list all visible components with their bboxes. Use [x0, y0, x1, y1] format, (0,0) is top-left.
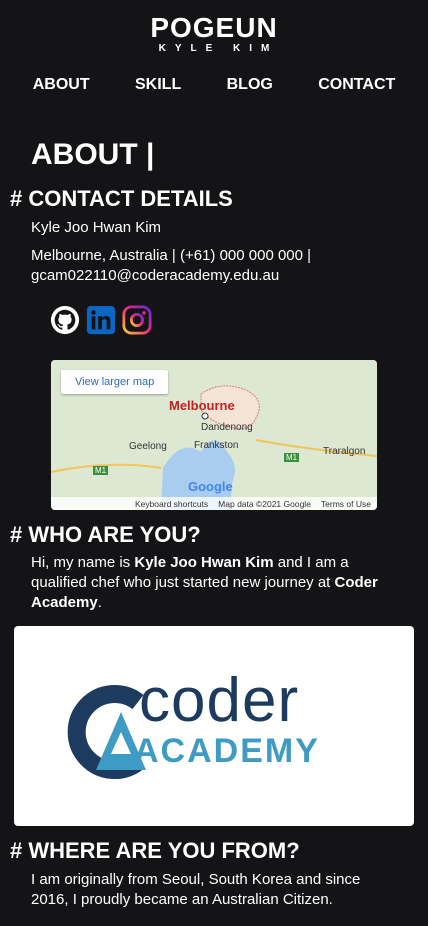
- site-logo[interactable]: POGEUN KYLE KIM: [0, 14, 428, 55]
- logo-title: POGEUN: [150, 12, 278, 43]
- keyboard-shortcuts-link[interactable]: Keyboard shortcuts: [135, 499, 208, 509]
- where-heading: # WHERE ARE YOU FROM?: [10, 838, 300, 863]
- nav-blog[interactable]: BLOG: [227, 76, 273, 94]
- contact-name: Kyle Joo Hwan Kim: [31, 219, 162, 236]
- map-label-dandenong: Dandenong: [201, 422, 253, 433]
- map-footer: Keyboard shortcuts Map data ©2021 Google…: [51, 497, 377, 510]
- nav-about[interactable]: ABOUT: [33, 76, 90, 94]
- map-data-attribution: Map data ©2021 Google: [218, 498, 311, 509]
- terms-of-use-link[interactable]: Terms of Use: [321, 499, 371, 509]
- page-title: ABOUT |: [31, 138, 155, 171]
- main-nav: ABOUT SKILL BLOG CONTACT: [0, 76, 428, 94]
- who-name: Kyle Joo Hwan Kim: [134, 554, 274, 571]
- google-logo: Google: [188, 479, 233, 494]
- who-text-1: Hi, my name is: [31, 554, 135, 571]
- map-label-m1-right: M1: [284, 453, 300, 462]
- who-text-3: .: [97, 594, 102, 611]
- instagram-icon[interactable]: [121, 304, 152, 335]
- contact-heading: # CONTACT DETAILS: [10, 186, 233, 211]
- location-map[interactable]: View larger map Melbourne Dandenong Geel…: [51, 360, 377, 510]
- map-label-traralgon: Traralgon: [323, 446, 366, 457]
- academy-logo-word: ACADEMY: [134, 732, 320, 770]
- where-paragraph: I am originally from Seoul, South Korea …: [31, 871, 361, 908]
- who-heading: # WHO ARE YOU?: [10, 522, 201, 547]
- github-icon[interactable]: [49, 304, 80, 335]
- map-label-geelong: Geelong: [129, 441, 167, 452]
- coder-logo-word: coder: [139, 666, 300, 735]
- map-label-melbourne: Melbourne: [169, 398, 235, 413]
- linkedin-icon[interactable]: [85, 304, 116, 335]
- contact-details: Melbourne, Australia | (+61) 000 000 000…: [31, 247, 312, 284]
- social-links: [49, 304, 152, 335]
- who-paragraph: Hi, my name is Kyle Joo Hwan Kim and I a…: [31, 553, 401, 613]
- logo-subtitle: KYLE KIM: [158, 43, 279, 54]
- map-label-frankston: Frankston: [194, 440, 239, 451]
- coder-academy-logo: coder ACADEMY: [14, 626, 414, 826]
- view-larger-map-link[interactable]: View larger map: [61, 370, 169, 394]
- nav-contact[interactable]: CONTACT: [318, 76, 395, 94]
- nav-skill[interactable]: SKILL: [135, 76, 181, 94]
- map-label-m1-left: M1: [93, 466, 109, 475]
